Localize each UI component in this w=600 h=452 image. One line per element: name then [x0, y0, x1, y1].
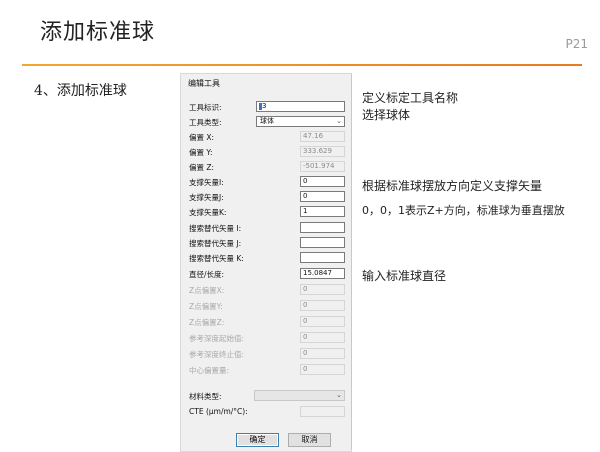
- section-heading: 4、添加标准球: [34, 83, 127, 99]
- support-j-row: 支撑矢量J: 0: [189, 191, 349, 203]
- ref-depth-start-label: 参考深度起始值:: [189, 334, 245, 343]
- search-k-label: 搜索替代矢量 K:: [189, 254, 244, 263]
- ref-depth-end-label: 参考深度终止值:: [189, 350, 245, 359]
- offset-y-label: 偏置 Y:: [189, 148, 213, 157]
- z-offset-x-row: Z点偏置X: 0: [189, 284, 349, 296]
- offset-z-field: -501.974: [300, 161, 345, 172]
- tool-id-label: 工具标识:: [189, 103, 222, 112]
- center-offset-row: 中心偏置量: 0: [189, 364, 349, 376]
- note-diameter: 输入标准球直径: [362, 269, 447, 283]
- cancel-button[interactable]: 取消: [288, 433, 331, 447]
- offset-y-field: 333.629: [300, 146, 345, 157]
- offset-z-row: 偏置 Z: -501.974: [189, 161, 349, 173]
- support-i-row: 支撑矢量I: 0: [189, 176, 349, 188]
- z-offset-y-field: 0: [300, 300, 345, 311]
- center-offset-label: 中心偏置量:: [189, 366, 230, 375]
- ref-depth-end-row: 参考深度终止值: 0: [189, 348, 349, 360]
- title-divider: [22, 64, 582, 66]
- tool-type-value: 球体: [260, 117, 274, 125]
- search-k-row: 搜索替代矢量 K:: [189, 252, 349, 264]
- z-offset-z-row: Z点偏置Z: 0: [189, 316, 349, 328]
- cte-field: [300, 406, 345, 417]
- z-offset-x-label: Z点偏置X:: [189, 286, 225, 295]
- support-i-label: 支撑矢量I:: [189, 178, 224, 187]
- z-offset-y-row: Z点偏置Y: 0: [189, 300, 349, 312]
- z-offset-x-field: 0: [300, 284, 345, 295]
- search-j-row: 搜索替代矢量 J:: [189, 237, 349, 249]
- material-type-label: 材料类型:: [189, 392, 222, 401]
- material-type-select[interactable]: ⌄: [254, 390, 345, 401]
- offset-z-label: 偏置 Z:: [189, 163, 215, 172]
- center-offset-field: 0: [300, 364, 345, 375]
- note-select-sphere: 选择球体: [362, 108, 411, 122]
- z-offset-z-field: 0: [300, 316, 345, 327]
- ref-depth-end-field: 0: [300, 348, 345, 359]
- search-j-input[interactable]: [300, 237, 345, 248]
- material-type-row: 材料类型: ⌄: [189, 390, 349, 402]
- search-i-input[interactable]: [300, 222, 345, 233]
- offset-x-label: 偏置 X:: [189, 133, 215, 142]
- tool-type-row: 工具类型: 球体 ⌄: [189, 116, 349, 128]
- support-k-input[interactable]: 1: [300, 206, 345, 217]
- offset-x-row: 偏置 X: 47.16: [189, 131, 349, 143]
- cte-label: CTE (μm/m/°C):: [189, 407, 248, 416]
- cte-row: CTE (μm/m/°C):: [189, 406, 349, 418]
- diameter-label: 直径/长度:: [189, 270, 225, 279]
- slide-title: 添加标准球: [40, 20, 156, 45]
- diameter-row: 直径/长度: 15.0847: [189, 268, 349, 280]
- z-offset-y-label: Z点偏置Y:: [189, 302, 223, 311]
- search-i-row: 搜索替代矢量 I:: [189, 222, 349, 234]
- support-k-row: 支撑矢量K: 1: [189, 206, 349, 218]
- dialog-title: 编辑工具: [188, 79, 220, 88]
- note-tool-name: 定义标定工具名称: [362, 91, 459, 105]
- tool-id-input[interactable]: 3: [256, 101, 345, 112]
- note-vertical-direction: 0，0，1表示Z+方向，标准球为垂直摆放: [362, 204, 565, 217]
- edit-tool-dialog: 编辑工具 工具标识: 3 工具类型: 球体 ⌄ 偏置 X: 47.16 偏置 Y…: [180, 73, 352, 452]
- ok-button[interactable]: 确定: [236, 433, 279, 447]
- tool-id-row: 工具标识: 3: [189, 101, 349, 113]
- offset-y-row: 偏置 Y: 333.629: [189, 146, 349, 158]
- support-j-label: 支撑矢量J:: [189, 193, 224, 202]
- note-support-vector: 根据标准球摆放方向定义支撑矢量: [362, 179, 543, 193]
- chevron-down-icon: ⌄: [336, 391, 342, 399]
- z-offset-z-label: Z点偏置Z:: [189, 318, 225, 327]
- ref-depth-start-field: 0: [300, 332, 345, 343]
- divider: [351, 74, 352, 450]
- offset-x-field: 47.16: [300, 131, 345, 142]
- search-k-input[interactable]: [300, 252, 345, 263]
- tool-type-label: 工具类型:: [189, 118, 222, 127]
- support-k-label: 支撑矢量K:: [189, 208, 227, 217]
- tool-type-select[interactable]: 球体 ⌄: [256, 116, 345, 127]
- diameter-input[interactable]: 15.0847: [300, 268, 345, 279]
- ref-depth-start-row: 参考深度起始值: 0: [189, 332, 349, 344]
- search-i-label: 搜索替代矢量 I:: [189, 224, 242, 233]
- page-number: P21: [565, 37, 588, 51]
- support-j-input[interactable]: 0: [300, 191, 345, 202]
- search-j-label: 搜索替代矢量 J:: [189, 239, 242, 248]
- support-i-input[interactable]: 0: [300, 176, 345, 187]
- chevron-down-icon: ⌄: [336, 117, 342, 125]
